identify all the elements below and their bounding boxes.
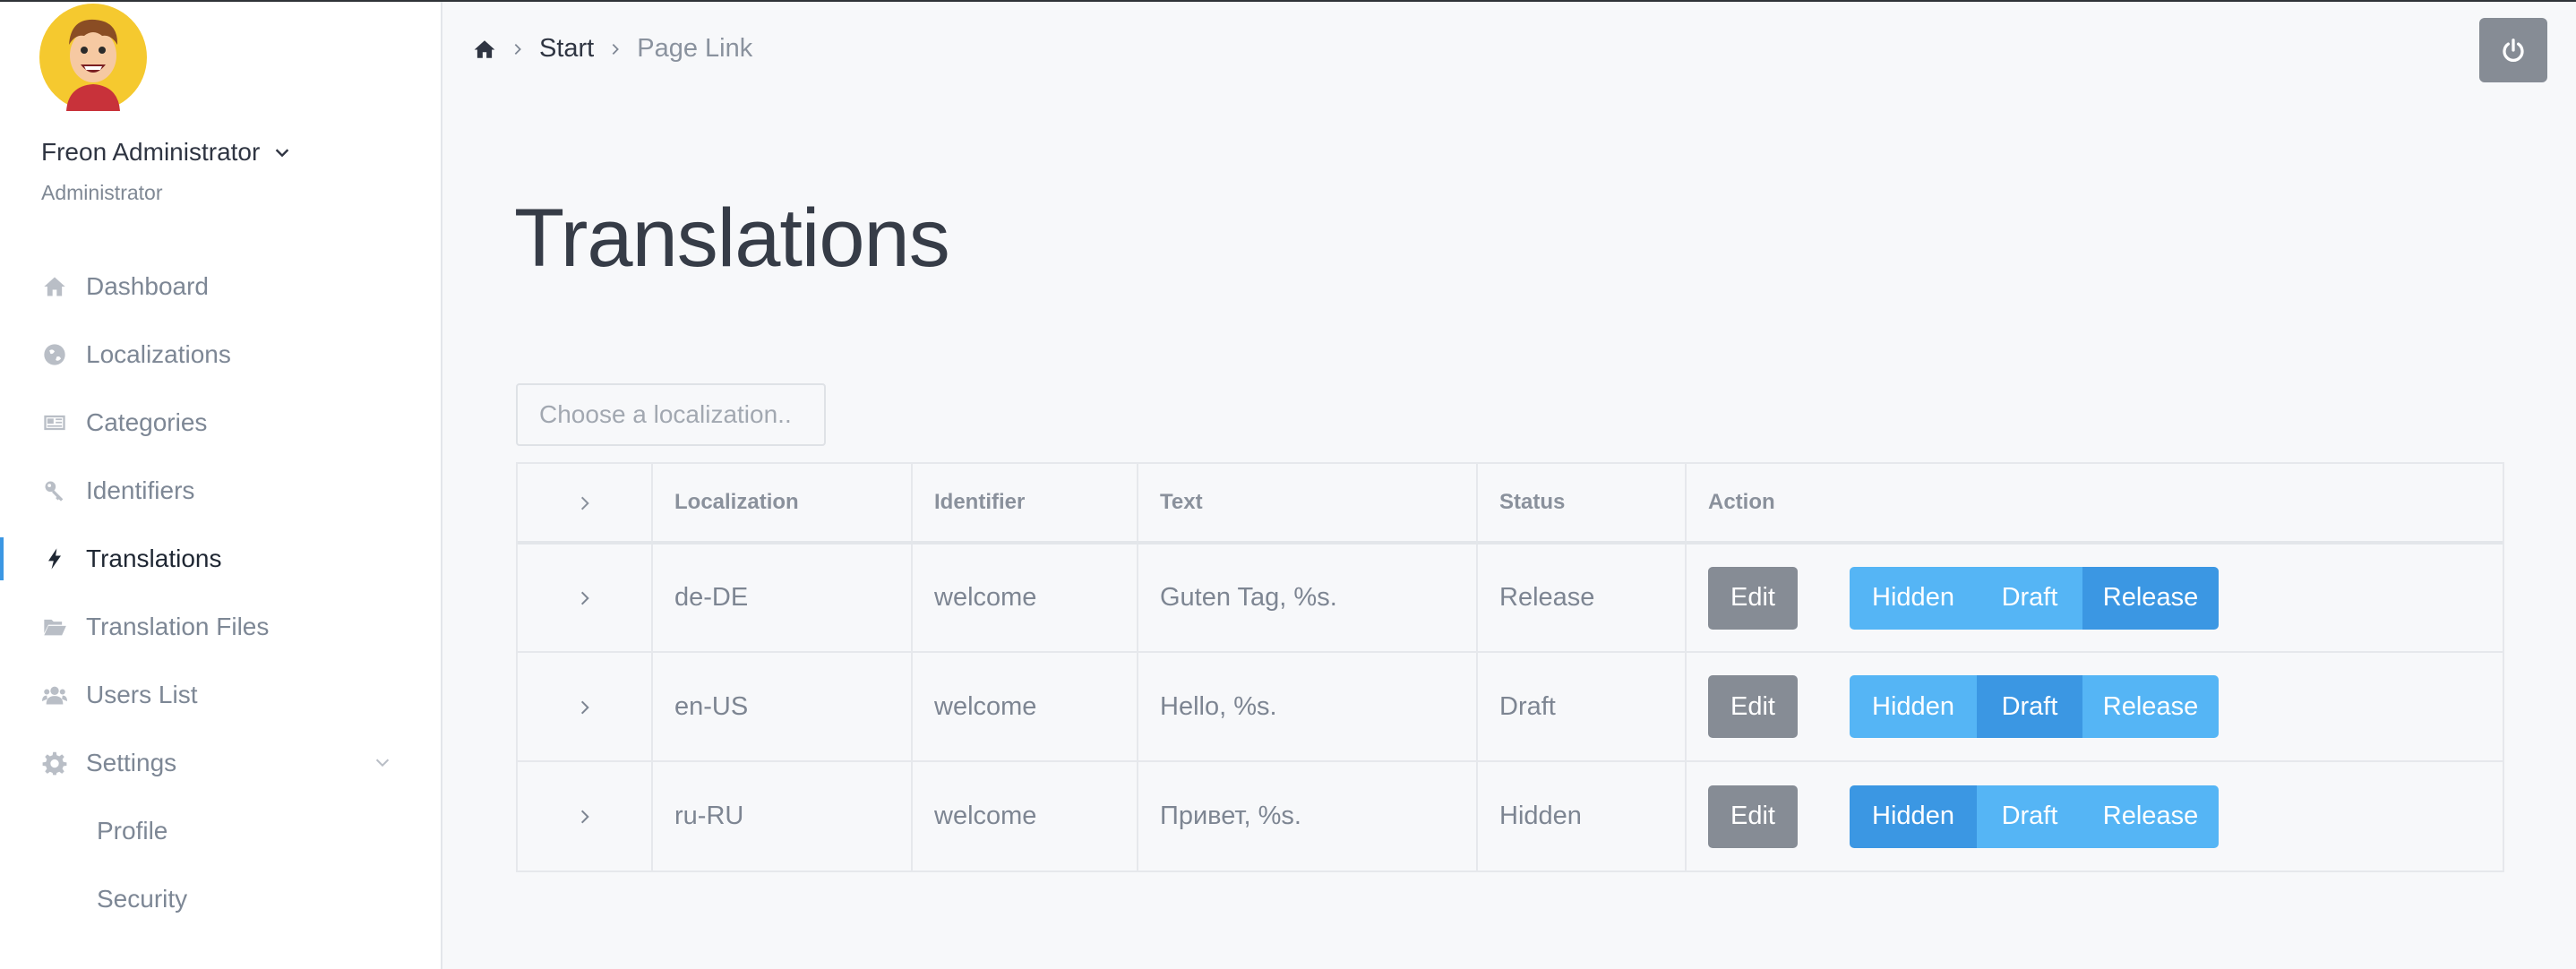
sidebar-item-label: Localizations [86, 340, 231, 368]
cell-status: Hidden [1477, 761, 1687, 870]
table-row: en-US welcome Hello, %s. Draft Edit Hidd… [518, 652, 2503, 762]
column-header-identifier[interactable]: Identifier [912, 464, 1138, 545]
cell-text: Hello, %s. [1138, 652, 1478, 762]
breadcrumb: Start Page Link [473, 34, 752, 64]
chevron-right-icon [511, 42, 525, 56]
cell-text: Guten Tag, %s. [1138, 543, 1478, 653]
translations-table: Localization Identifier Text Status Acti… [516, 462, 2504, 872]
sidebar-item-identifiers[interactable]: Identifiers [0, 457, 441, 525]
chevron-right-icon [580, 700, 589, 715]
sidebar-subitem-security[interactable]: Security [0, 865, 441, 933]
status-hidden-button[interactable]: Hidden [1850, 675, 1977, 738]
sidebar-item-label: Categories [86, 408, 208, 436]
row-actions: Edit Hidden Draft Release [1708, 785, 2503, 848]
cell-status: Draft [1477, 652, 1687, 762]
column-header-action: Action [1686, 464, 2503, 545]
sidebar: Freon Administrator Administrator Dashbo… [0, 2, 442, 969]
expand-all-toggle[interactable] [518, 464, 653, 545]
user-name: Freon Administrator [41, 138, 261, 166]
power-icon [2503, 39, 2524, 63]
sidebar-item-translations[interactable]: Translations [0, 525, 441, 593]
chevron-down-icon [375, 759, 390, 767]
cell-identifier: welcome [912, 652, 1138, 762]
cell-status: Release [1477, 543, 1687, 653]
cell-action: Edit Hidden Draft Release [1686, 543, 2503, 653]
cell-identifier: welcome [912, 761, 1138, 870]
chevron-right-icon [580, 496, 589, 510]
localization-select[interactable] [516, 383, 826, 446]
table-row: ru-RU welcome Привет, %s. Hidden Edit Hi… [518, 761, 2503, 870]
column-header-text[interactable]: Text [1138, 464, 1478, 545]
chevron-right-icon [580, 810, 589, 824]
row-expand-toggle[interactable] [518, 543, 653, 653]
cell-identifier: welcome [912, 543, 1138, 653]
home-icon[interactable] [473, 38, 496, 61]
sidebar-item-label: Settings [86, 749, 177, 776]
status-draft-button[interactable]: Draft [1977, 675, 2082, 738]
cell-action: Edit Hidden Draft Release [1686, 761, 2503, 870]
column-header-localization[interactable]: Localization [652, 464, 913, 545]
sidebar-item-label: Translation Files [86, 613, 270, 640]
table-header-row: Localization Identifier Text Status Acti… [518, 464, 2503, 545]
status-segmented-control: Hidden Draft Release [1850, 785, 2219, 848]
sidebar-item-users-list[interactable]: Users List [0, 661, 441, 729]
edit-button[interactable]: Edit [1708, 675, 1798, 738]
row-actions: Edit Hidden Draft Release [1708, 675, 2503, 738]
sidebar-item-settings[interactable]: Settings [0, 729, 441, 797]
cell-action: Edit Hidden Draft Release [1686, 652, 2503, 762]
breadcrumb-current: Page Link [637, 34, 753, 63]
gear-icon [41, 750, 68, 776]
users-icon [41, 682, 68, 708]
edit-button[interactable]: Edit [1708, 566, 1798, 630]
edit-button[interactable]: Edit [1708, 785, 1798, 848]
user-menu[interactable]: Freon Administrator [41, 138, 292, 167]
status-release-button[interactable]: Release [2082, 785, 2219, 848]
sidebar-item-localizations[interactable]: Localizations [0, 321, 441, 389]
sidebar-item-label: Identifiers [86, 476, 195, 504]
table-row: de-DE welcome Guten Tag, %s. Release Edi… [518, 543, 2503, 653]
chevron-right-icon [608, 42, 623, 56]
status-draft-button[interactable]: Draft [1977, 566, 2082, 630]
status-hidden-button[interactable]: Hidden [1850, 566, 1977, 630]
sidebar-subitem-profile[interactable]: Profile [0, 797, 441, 865]
sidebar-item-label: Users List [86, 681, 198, 708]
cell-text: Привет, %s. [1138, 761, 1478, 870]
folder-open-icon [41, 613, 68, 640]
breadcrumb-start-link[interactable]: Start [539, 34, 594, 64]
bolt-icon [41, 545, 68, 572]
chevron-right-icon [580, 591, 589, 605]
cell-localization: en-US [652, 652, 913, 762]
chevron-down-icon [276, 149, 289, 158]
avatar[interactable] [39, 4, 147, 111]
sidebar-item-label: Translations [86, 545, 222, 572]
sidebar-item-translation-files[interactable]: Translation Files [0, 593, 441, 661]
status-segmented-control: Hidden Draft Release [1850, 566, 2219, 630]
cell-localization: de-DE [652, 543, 913, 653]
sidebar-item-label: Security [97, 885, 188, 913]
logout-button[interactable] [2479, 18, 2547, 82]
sidebar-item-label: Dashboard [86, 272, 209, 300]
globe-icon [41, 341, 68, 368]
user-role: Administrator [41, 181, 163, 204]
status-release-button[interactable]: Release [2082, 675, 2219, 738]
row-expand-toggle[interactable] [518, 761, 653, 870]
sidebar-nav: Dashboard Localizations Categories Ident… [0, 253, 441, 933]
key-icon [41, 477, 68, 504]
home-icon [41, 273, 68, 300]
sidebar-item-categories[interactable]: Categories [0, 389, 441, 457]
sidebar-item-dashboard[interactable]: Dashboard [0, 253, 441, 321]
newspaper-icon [41, 409, 68, 436]
sidebar-item-label: Profile [97, 817, 168, 845]
row-actions: Edit Hidden Draft Release [1708, 566, 2503, 630]
status-segmented-control: Hidden Draft Release [1850, 675, 2219, 738]
status-hidden-button[interactable]: Hidden [1850, 785, 1977, 848]
cell-localization: ru-RU [652, 761, 913, 870]
status-release-button[interactable]: Release [2082, 566, 2219, 630]
status-draft-button[interactable]: Draft [1977, 785, 2082, 848]
column-header-status[interactable]: Status [1477, 464, 1687, 545]
row-expand-toggle[interactable] [518, 652, 653, 762]
page-title: Translations [514, 193, 950, 284]
